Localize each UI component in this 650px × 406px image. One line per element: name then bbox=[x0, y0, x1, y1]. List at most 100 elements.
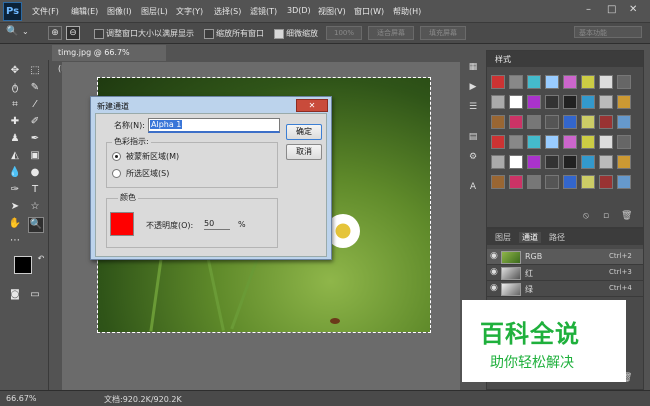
path-select-icon[interactable]: ➤ bbox=[8, 200, 22, 214]
style-swatch[interactable] bbox=[527, 155, 541, 169]
workspace-select[interactable]: 基本功能 bbox=[574, 26, 642, 38]
style-swatch[interactable] bbox=[509, 75, 523, 89]
style-swatch[interactable] bbox=[599, 175, 613, 189]
menu-filter[interactable]: 滤镜(T) bbox=[250, 6, 277, 17]
style-swatch[interactable] bbox=[509, 95, 523, 109]
fill-screen-button[interactable]: 填充屏幕 bbox=[420, 26, 466, 40]
style-swatch[interactable] bbox=[617, 75, 631, 89]
stamp-tool-icon[interactable]: ♟ bbox=[8, 132, 22, 146]
dialog-close-button[interactable]: ✕ bbox=[296, 99, 328, 112]
blur-tool-icon[interactable]: 💧 bbox=[8, 166, 22, 180]
pen-tool-icon[interactable]: ✑ bbox=[8, 183, 22, 197]
style-swatch[interactable] bbox=[599, 135, 613, 149]
style-swatch[interactable] bbox=[581, 155, 595, 169]
menu-3d[interactable]: 3D(D) bbox=[287, 6, 311, 15]
zoom-tool-icon[interactable]: 🔍 bbox=[6, 26, 18, 37]
style-swatch[interactable] bbox=[491, 135, 505, 149]
fit-screen-button[interactable]: 适合屏幕 bbox=[368, 26, 414, 40]
history-brush-icon[interactable]: ✒ bbox=[28, 132, 42, 146]
marquee-tool-icon[interactable]: ⬚ bbox=[28, 64, 42, 78]
chevron-down-icon[interactable]: ⌄ bbox=[22, 27, 29, 36]
zoom-in-icon[interactable]: ⊕ bbox=[48, 26, 62, 40]
channel-row[interactable]: ◉ 绿 Ctrl+4 bbox=[487, 281, 643, 297]
eye-icon[interactable]: ◉ bbox=[490, 267, 498, 277]
eye-icon[interactable]: ◉ bbox=[490, 283, 498, 293]
style-swatch[interactable] bbox=[599, 155, 613, 169]
menu-view[interactable]: 视图(V) bbox=[318, 6, 346, 17]
style-swatch[interactable] bbox=[617, 95, 631, 109]
style-swatch[interactable] bbox=[545, 135, 559, 149]
healing-brush-icon[interactable]: ✚ bbox=[8, 115, 22, 129]
style-swatch[interactable] bbox=[509, 115, 523, 129]
style-swatch[interactable] bbox=[563, 75, 577, 89]
style-swatch[interactable] bbox=[563, 175, 577, 189]
tab-channels[interactable]: 通道 bbox=[519, 232, 541, 243]
style-swatch[interactable] bbox=[617, 155, 631, 169]
style-swatch[interactable] bbox=[527, 135, 541, 149]
histogram-icon[interactable]: ▦ bbox=[465, 60, 481, 74]
cancel-button[interactable]: 取消 bbox=[286, 144, 322, 160]
style-swatch[interactable] bbox=[527, 95, 541, 109]
swatches-icon[interactable]: ▤ bbox=[465, 130, 481, 144]
styles-tab[interactable]: 样式 bbox=[495, 54, 511, 65]
zoom-all-checkbox[interactable] bbox=[204, 29, 214, 39]
style-swatch[interactable] bbox=[491, 155, 505, 169]
zoom-out-icon[interactable]: ⊖ bbox=[66, 26, 80, 40]
close-icon[interactable]: ✕ bbox=[629, 4, 637, 15]
style-swatch[interactable] bbox=[581, 95, 595, 109]
style-swatch[interactable] bbox=[599, 75, 613, 89]
more-tools-icon[interactable]: ⋯ bbox=[8, 234, 22, 248]
menu-type[interactable]: 文字(Y) bbox=[176, 6, 203, 17]
menu-image[interactable]: 图像(I) bbox=[107, 6, 132, 17]
maximize-icon[interactable]: □ bbox=[607, 4, 616, 15]
style-swatch[interactable] bbox=[581, 175, 595, 189]
menu-edit[interactable]: 编辑(E) bbox=[71, 6, 98, 17]
style-swatch[interactable] bbox=[563, 115, 577, 129]
style-swatch[interactable] bbox=[545, 95, 559, 109]
style-swatch[interactable] bbox=[599, 115, 613, 129]
selected-areas-radio[interactable] bbox=[112, 169, 121, 178]
style-swatch[interactable] bbox=[617, 115, 631, 129]
resize-windows-checkbox[interactable] bbox=[94, 29, 104, 39]
channel-row[interactable]: ◉ RGB Ctrl+2 bbox=[487, 249, 643, 265]
swap-colors-icon[interactable]: ↶ bbox=[34, 252, 48, 266]
eyedropper-icon[interactable]: ⁄ bbox=[28, 98, 42, 112]
play-action-icon[interactable]: ▶ bbox=[465, 80, 481, 94]
style-swatch[interactable] bbox=[581, 115, 595, 129]
masked-areas-radio[interactable] bbox=[112, 152, 121, 161]
style-swatch[interactable] bbox=[509, 135, 523, 149]
style-swatch[interactable] bbox=[545, 75, 559, 89]
zoom-100-button[interactable]: 100% bbox=[326, 26, 362, 40]
style-swatch[interactable] bbox=[491, 115, 505, 129]
style-swatch[interactable] bbox=[491, 75, 505, 89]
style-swatch[interactable] bbox=[563, 155, 577, 169]
zoom-level[interactable]: 66.67% bbox=[6, 394, 37, 403]
zoom-tool-icon[interactable]: 🔍 bbox=[28, 217, 44, 233]
lasso-tool-icon[interactable]: ტ bbox=[8, 81, 22, 95]
adjust-icon[interactable]: ⚙ bbox=[465, 150, 481, 164]
tab-paths[interactable]: 路径 bbox=[549, 232, 565, 243]
menu-help[interactable]: 帮助(H) bbox=[393, 6, 421, 17]
hand-tool-icon[interactable]: ✋ bbox=[8, 217, 22, 231]
move-tool-icon[interactable]: ✥ bbox=[8, 64, 22, 78]
gradient-tool-icon[interactable]: ▣ bbox=[28, 149, 42, 163]
menu-window[interactable]: 窗口(W) bbox=[354, 6, 384, 17]
style-swatch[interactable] bbox=[527, 175, 541, 189]
tab-layers[interactable]: 图层 bbox=[495, 232, 511, 243]
style-swatch[interactable] bbox=[617, 175, 631, 189]
style-swatch[interactable] bbox=[617, 135, 631, 149]
style-swatch[interactable] bbox=[545, 115, 559, 129]
menu-file[interactable]: 文件(F) bbox=[32, 6, 59, 17]
style-swatch[interactable] bbox=[581, 75, 595, 89]
style-swatch[interactable] bbox=[545, 175, 559, 189]
screen-mode-icon[interactable]: ▭ bbox=[28, 288, 42, 302]
style-swatch[interactable] bbox=[509, 175, 523, 189]
ok-button[interactable]: 确定 bbox=[286, 124, 322, 140]
style-swatch[interactable] bbox=[599, 95, 613, 109]
shape-tool-icon[interactable]: ☆ bbox=[28, 200, 42, 214]
menu-select[interactable]: 选择(S) bbox=[214, 6, 241, 17]
style-swatch[interactable] bbox=[509, 155, 523, 169]
opacity-input[interactable]: 50 bbox=[204, 219, 230, 230]
document-tab[interactable]: timg.jpg @ 66.7%(RGB/8#) * bbox=[52, 45, 166, 73]
dodge-tool-icon[interactable]: ● bbox=[28, 166, 42, 180]
